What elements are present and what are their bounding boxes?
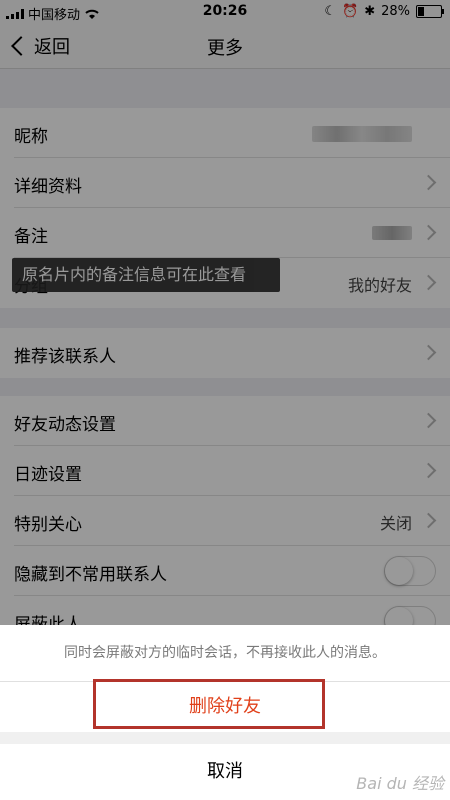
action-sheet-message: 同时会屏蔽对方的临时会话，不再接收此人的消息。 (0, 625, 450, 682)
annotation-highlight-box (93, 679, 325, 729)
screen: 中国移动 20:26 ☾ ⏰ ✱ 28% 返回 更多 昵称 详细资料 备注 我的… (0, 0, 450, 800)
watermark: Bai du 经验 (356, 774, 444, 793)
